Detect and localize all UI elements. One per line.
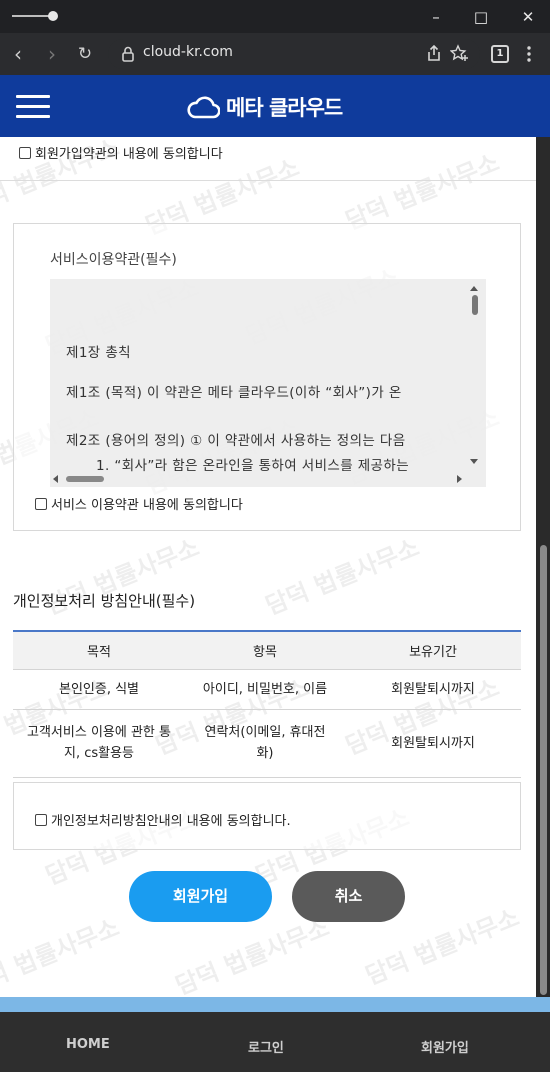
table-cell: 회원탈퇴시까지 xyxy=(345,709,521,778)
url-text[interactable]: cloud-kr.com xyxy=(143,44,233,60)
signup-terms-checkbox[interactable] xyxy=(19,146,31,159)
privacy-agree[interactable]: 개인정보처리방침안내의 내용에 동의합니다. xyxy=(35,810,291,829)
signup-terms-agree-label: 회원가입약관의 내용에 동의합니다 xyxy=(35,147,223,162)
table-header-row: 목적 항목 보유기간 xyxy=(13,630,521,670)
hamburger-menu-icon[interactable] xyxy=(16,95,50,119)
terms-line: 제2조 (용어의 정의) ① 이 약관에서 사용하는 정의는 다음 xyxy=(66,433,406,449)
privacy-title: 개인정보처리 방침안내(필수) xyxy=(13,592,196,610)
table-cell: 아이디, 비밀번호, 이름 xyxy=(185,669,345,710)
terms-line: 1. “회사”라 함은 온라인을 통하여 서비스를 제공하는 xyxy=(96,458,410,474)
footer-accent-strip xyxy=(0,997,550,1012)
column-header: 목적 xyxy=(13,630,185,670)
terms-line: 제1조 (목적) 이 약관은 메타 클라우드(이하 “회사”)가 온 xyxy=(66,385,402,401)
tab-count-button[interactable]: 1 xyxy=(491,45,509,63)
site-header: 메타 클라우드 xyxy=(0,75,550,137)
slider-thumb[interactable] xyxy=(48,11,58,21)
window-titlebar: – □ ✕ xyxy=(0,0,550,33)
scroll-down-icon[interactable] xyxy=(470,459,478,464)
table-cell: 본인인증, 식별 xyxy=(13,669,185,710)
footer-home-link[interactable]: HOME xyxy=(66,1037,110,1052)
service-terms-textarea[interactable]: 제1장 총칙 제1조 (목적) 이 약관은 메타 클라우드(이하 “회사”)가 … xyxy=(50,279,486,487)
privacy-checkbox[interactable] xyxy=(35,813,47,826)
arrow-left-icon[interactable]: ‹ xyxy=(6,42,30,66)
signup-terms-agree[interactable]: 회원가입약관의 내용에 동의합니다 xyxy=(19,143,223,162)
table-row: 고객서비스 이용에 관한 통지, cs활용등 연락처(이메일, 휴대전화) 회원… xyxy=(13,709,521,778)
divider xyxy=(0,180,536,181)
service-terms-agree-label: 서비스 이용약관 내용에 동의합니다 xyxy=(51,498,243,513)
column-header: 보유기간 xyxy=(345,630,521,670)
horizontal-scrollbar-thumb[interactable] xyxy=(66,476,104,482)
share-icon[interactable] xyxy=(426,44,442,62)
service-terms-agree[interactable]: 서비스 이용약관 내용에 동의합니다 xyxy=(35,494,243,513)
browser-toolbar: ‹ › ↻ cloud-kr.com 1 xyxy=(0,33,550,75)
site-logo[interactable]: 메타 클라우드 xyxy=(186,91,343,123)
table-row: 본인인증, 식별 아이디, 비밀번호, 이름 회원탈퇴시까지 xyxy=(13,669,521,710)
scroll-up-icon[interactable] xyxy=(470,286,478,291)
footer-nav: HOME 로그인 회원가입 xyxy=(0,1012,550,1072)
terms-line: 제1장 총칙 xyxy=(66,345,131,361)
footer-signup-link[interactable]: 회원가입 xyxy=(421,1037,469,1056)
maximize-icon[interactable]: □ xyxy=(470,6,492,28)
close-icon[interactable]: ✕ xyxy=(517,6,539,28)
privacy-agree-label: 개인정보처리방침안내의 내용에 동의합니다. xyxy=(51,814,291,829)
privacy-table: 목적 항목 보유기간 본인인증, 식별 아이디, 비밀번호, 이름 회원탈퇴시까… xyxy=(13,630,521,778)
logo-text: 메타 클라우드 xyxy=(226,96,343,120)
table-cell: 연락처(이메일, 휴대전화) xyxy=(185,709,345,778)
bookmark-star-icon[interactable] xyxy=(450,44,469,63)
column-header: 항목 xyxy=(185,630,345,670)
cloud-icon xyxy=(187,96,220,119)
service-terms-title: 서비스이용약관(필수) xyxy=(50,252,177,268)
minimize-icon[interactable]: – xyxy=(425,6,447,28)
vertical-scrollbar-thumb[interactable] xyxy=(472,295,478,315)
footer-login-link[interactable]: 로그인 xyxy=(248,1037,284,1056)
cancel-button[interactable]: 취소 xyxy=(292,871,405,922)
join-button[interactable]: 회원가입 xyxy=(129,871,272,922)
kebab-menu-icon[interactable] xyxy=(526,45,532,63)
signup-form: 회원가입약관의 내용에 동의합니다 서비스이용약관(필수) 제1장 총칙 제1조… xyxy=(0,137,536,997)
scroll-right-icon[interactable] xyxy=(457,475,462,483)
page-scrollbar-thumb[interactable] xyxy=(540,545,547,995)
arrow-right-icon[interactable]: › xyxy=(40,42,64,66)
table-cell: 회원탈퇴시까지 xyxy=(345,669,521,710)
service-terms-checkbox[interactable] xyxy=(35,497,47,510)
reload-icon[interactable]: ↻ xyxy=(73,42,97,66)
table-cell: 고객서비스 이용에 관한 통지, cs활용등 xyxy=(13,709,185,778)
lock-icon xyxy=(122,46,134,62)
scroll-left-icon[interactable] xyxy=(53,475,58,483)
